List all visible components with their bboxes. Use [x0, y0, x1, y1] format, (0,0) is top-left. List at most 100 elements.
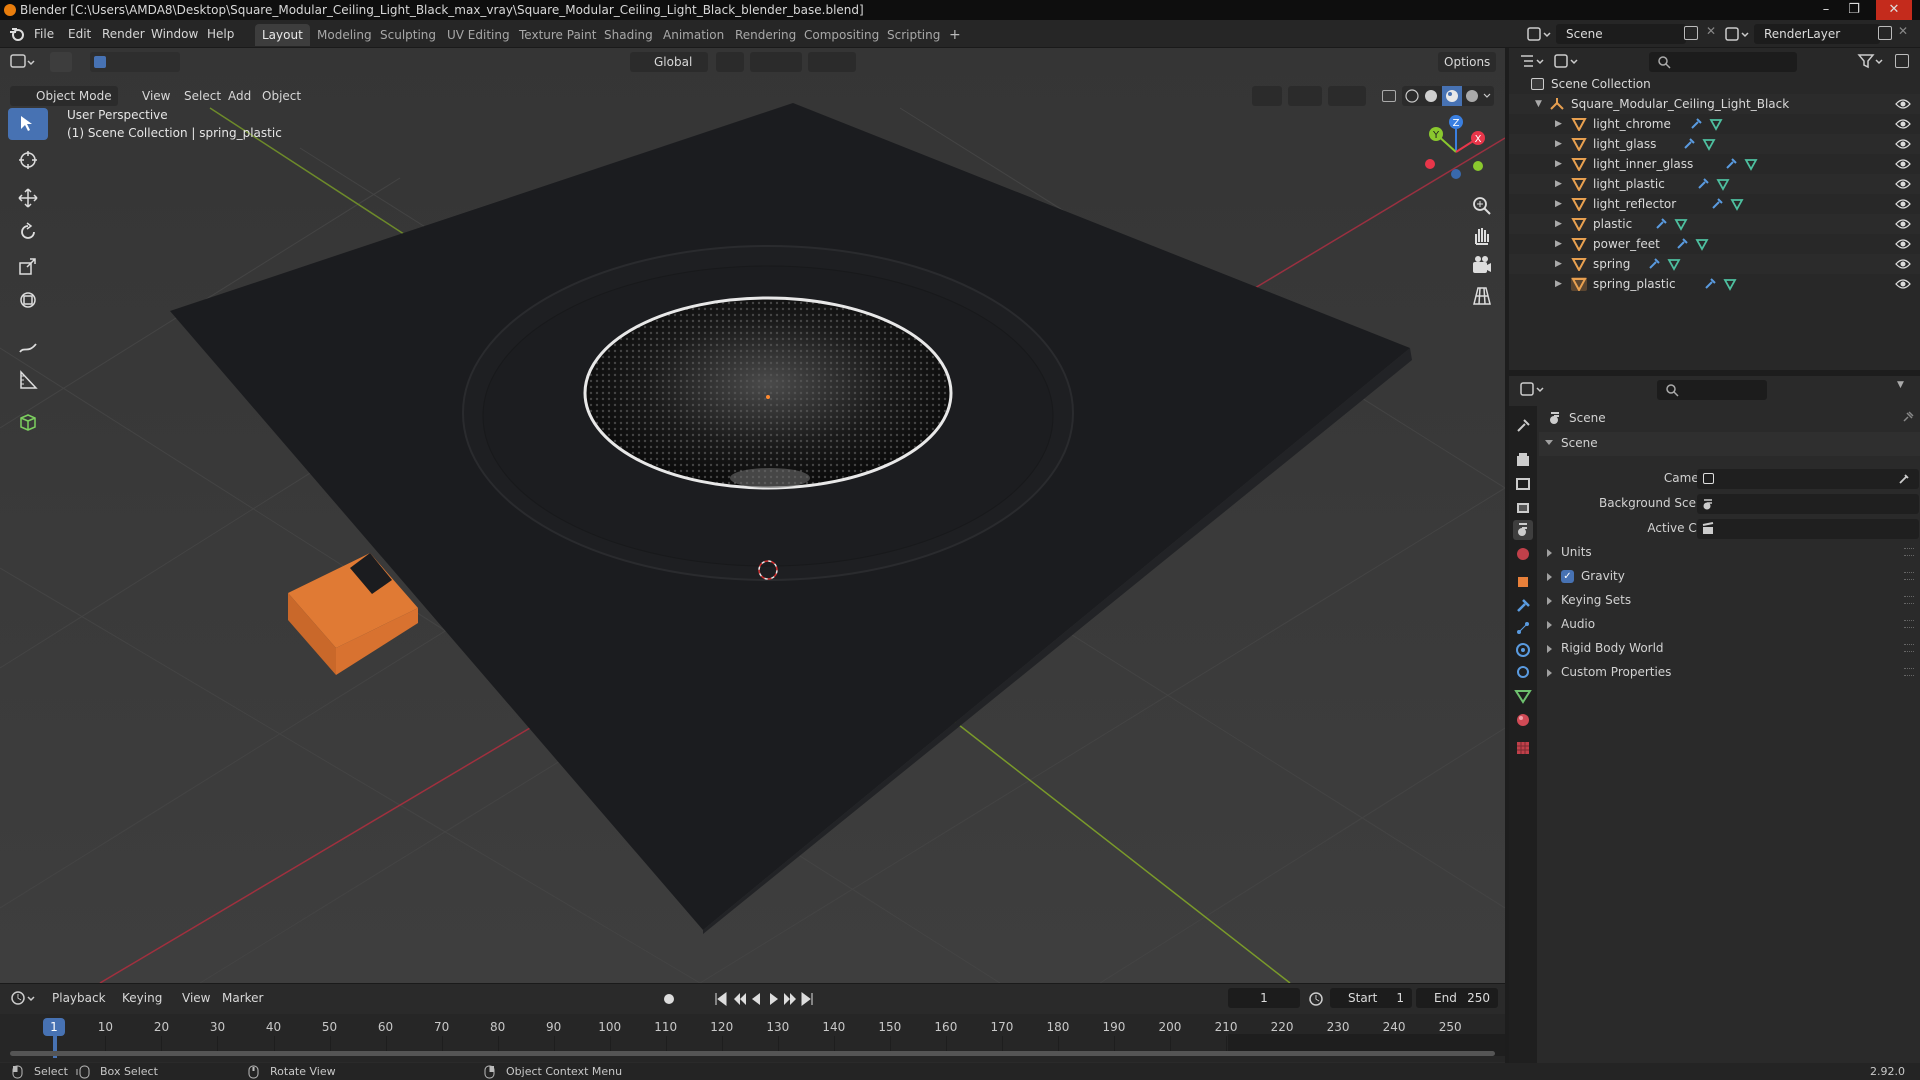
- modifier-wrench-icon[interactable]: [1703, 277, 1717, 291]
- expand-chevron-icon[interactable]: ▶: [1555, 154, 1562, 174]
- cursor-tool[interactable]: [8, 144, 48, 176]
- filter-icon[interactable]: [1857, 52, 1885, 70]
- gizmo-neg-y-icon[interactable]: [1473, 161, 1483, 171]
- outliner-object-row[interactable]: ▶ spring_plastic: [1509, 274, 1920, 294]
- outliner-object-row[interactable]: ▶ power_feet: [1509, 234, 1920, 254]
- menu-render[interactable]: Render: [98, 24, 149, 44]
- tab-data-icon[interactable]: [1513, 686, 1533, 706]
- outliner-object-row[interactable]: ▶ light_glass: [1509, 134, 1920, 154]
- zoom-icon[interactable]: [1470, 194, 1494, 218]
- tab-material-icon[interactable]: [1513, 710, 1533, 730]
- view-layer-selector-icon[interactable]: [1724, 25, 1752, 43]
- collapse-chevron-icon[interactable]: ▼: [1535, 94, 1542, 114]
- snap-icon[interactable]: [750, 52, 802, 72]
- new-view-layer-icon[interactable]: [1878, 26, 1892, 40]
- pan-hand-icon[interactable]: [1470, 224, 1494, 248]
- object-mode-dropdown[interactable]: Object Mode: [10, 86, 118, 106]
- mesh-data-icon[interactable]: [1730, 197, 1744, 211]
- visibility-eye-icon[interactable]: [1895, 278, 1911, 290]
- tab-uv-editing[interactable]: UV Editing: [440, 24, 517, 46]
- outliner-object-row[interactable]: ▶ plastic: [1509, 214, 1920, 234]
- mesh-data-icon[interactable]: [1744, 157, 1758, 171]
- modifier-wrench-icon[interactable]: [1654, 217, 1668, 231]
- view-layer-field[interactable]: RenderLayer: [1754, 24, 1880, 44]
- modifier-wrench-icon[interactable]: [1675, 237, 1689, 251]
- editor-type-icon[interactable]: [10, 53, 36, 71]
- expand-chevron-icon[interactable]: ▶: [1555, 194, 1562, 214]
- viewport-scene[interactable]: [0, 48, 1505, 983]
- maximize-button[interactable]: ❐: [1840, 0, 1868, 20]
- camera-view-icon[interactable]: [1470, 254, 1494, 278]
- tab-texture-icon[interactable]: [1513, 738, 1533, 758]
- eyedropper-icon[interactable]: [1897, 472, 1911, 486]
- tab-scene-icon[interactable]: [1513, 520, 1533, 540]
- playhead-frame-label[interactable]: 1: [43, 1018, 65, 1036]
- proportional-editing-icon[interactable]: [808, 52, 856, 72]
- drag-handle-icon[interactable]: [1904, 668, 1914, 676]
- add-workspace-button[interactable]: +: [942, 24, 968, 46]
- outliner-object-row[interactable]: ▶ spring: [1509, 254, 1920, 274]
- menu-edit[interactable]: Edit: [64, 24, 95, 44]
- viewport-menu-select[interactable]: Select: [178, 86, 227, 106]
- blender-menu-icon[interactable]: [8, 26, 26, 42]
- subpanel-header[interactable]: Rigid Body World: [1539, 638, 1920, 660]
- camera-field[interactable]: [1697, 469, 1919, 489]
- timeline-menu-keying[interactable]: Keying: [116, 988, 168, 1008]
- jump-end-icon[interactable]: [801, 992, 813, 1006]
- tab-animation[interactable]: Animation: [656, 24, 731, 46]
- play-reverse-icon[interactable]: [752, 993, 760, 1005]
- tab-rendering[interactable]: Rendering: [728, 24, 803, 46]
- tab-world-icon[interactable]: [1513, 544, 1533, 564]
- expand-chevron-icon[interactable]: ▶: [1555, 234, 1562, 254]
- transform-orientation-dropdown[interactable]: Global: [630, 52, 708, 72]
- menu-help[interactable]: Help: [203, 24, 238, 44]
- expand-chevron-icon[interactable]: ▶: [1555, 274, 1562, 294]
- new-scene-icon[interactable]: [1684, 26, 1698, 40]
- drag-handle-icon[interactable]: [1904, 596, 1914, 604]
- visibility-eye-icon[interactable]: [1895, 158, 1911, 170]
- active-clip-field[interactable]: [1697, 519, 1919, 539]
- timeline-editor-type-icon[interactable]: [10, 989, 36, 1007]
- subpanel-header[interactable]: Units: [1539, 542, 1920, 564]
- visibility-eye-icon[interactable]: [1895, 178, 1911, 190]
- properties-search-input[interactable]: [1657, 380, 1767, 400]
- visibility-eye-icon[interactable]: [1895, 198, 1911, 210]
- drag-handle-icon[interactable]: [1904, 548, 1914, 556]
- delete-scene-icon[interactable]: ✕: [1706, 24, 1716, 38]
- timeline-menu-marker[interactable]: Marker: [216, 988, 269, 1008]
- preview-range-icon[interactable]: [1308, 990, 1326, 1008]
- tab-render-icon[interactable]: [1513, 450, 1533, 470]
- outliner-object-row[interactable]: ▶ light_plastic: [1509, 174, 1920, 194]
- delete-view-layer-icon[interactable]: ✕: [1898, 24, 1908, 38]
- subpanel-header[interactable]: ✓ Gravity: [1539, 566, 1920, 588]
- close-button[interactable]: ✕: [1876, 0, 1912, 20]
- mesh-data-icon[interactable]: [1674, 217, 1688, 231]
- outliner-scene-collection[interactable]: Scene Collection: [1509, 74, 1920, 94]
- gravity-checkbox[interactable]: ✓: [1561, 570, 1574, 583]
- record-icon[interactable]: [664, 994, 674, 1004]
- properties-options-chevron-icon[interactable]: ▼: [1897, 380, 1904, 390]
- visibility-eye-icon[interactable]: [1895, 258, 1911, 270]
- jump-start-icon[interactable]: [715, 992, 727, 1006]
- pin-icon[interactable]: [1901, 410, 1915, 424]
- select-tool-icon[interactable]: [50, 52, 72, 72]
- options-dropdown[interactable]: Options: [1438, 52, 1496, 72]
- tab-texture-paint[interactable]: Texture Paint: [512, 24, 603, 46]
- tab-modeling[interactable]: Modeling: [310, 24, 379, 46]
- tab-scripting[interactable]: Scripting: [880, 24, 947, 46]
- mesh-data-icon[interactable]: [1702, 137, 1716, 151]
- tab-modifiers-icon[interactable]: [1513, 596, 1533, 616]
- select-box-tool[interactable]: [8, 108, 48, 140]
- move-tool[interactable]: [8, 182, 48, 214]
- tab-compositing[interactable]: Compositing: [797, 24, 886, 46]
- scene-name-field[interactable]: Scene: [1556, 24, 1686, 44]
- tab-shading[interactable]: Shading: [597, 24, 660, 46]
- visibility-eye-icon[interactable]: [1895, 238, 1911, 250]
- end-frame-field[interactable]: End 250: [1416, 988, 1498, 1008]
- set-selection-icon[interactable]: [94, 56, 106, 68]
- modifier-wrench-icon[interactable]: [1682, 137, 1696, 151]
- expand-chevron-icon[interactable]: ▶: [1555, 214, 1562, 234]
- viewport-menu-object[interactable]: Object: [256, 86, 307, 106]
- menu-file[interactable]: File: [30, 24, 58, 44]
- playback-controls[interactable]: [660, 990, 820, 1008]
